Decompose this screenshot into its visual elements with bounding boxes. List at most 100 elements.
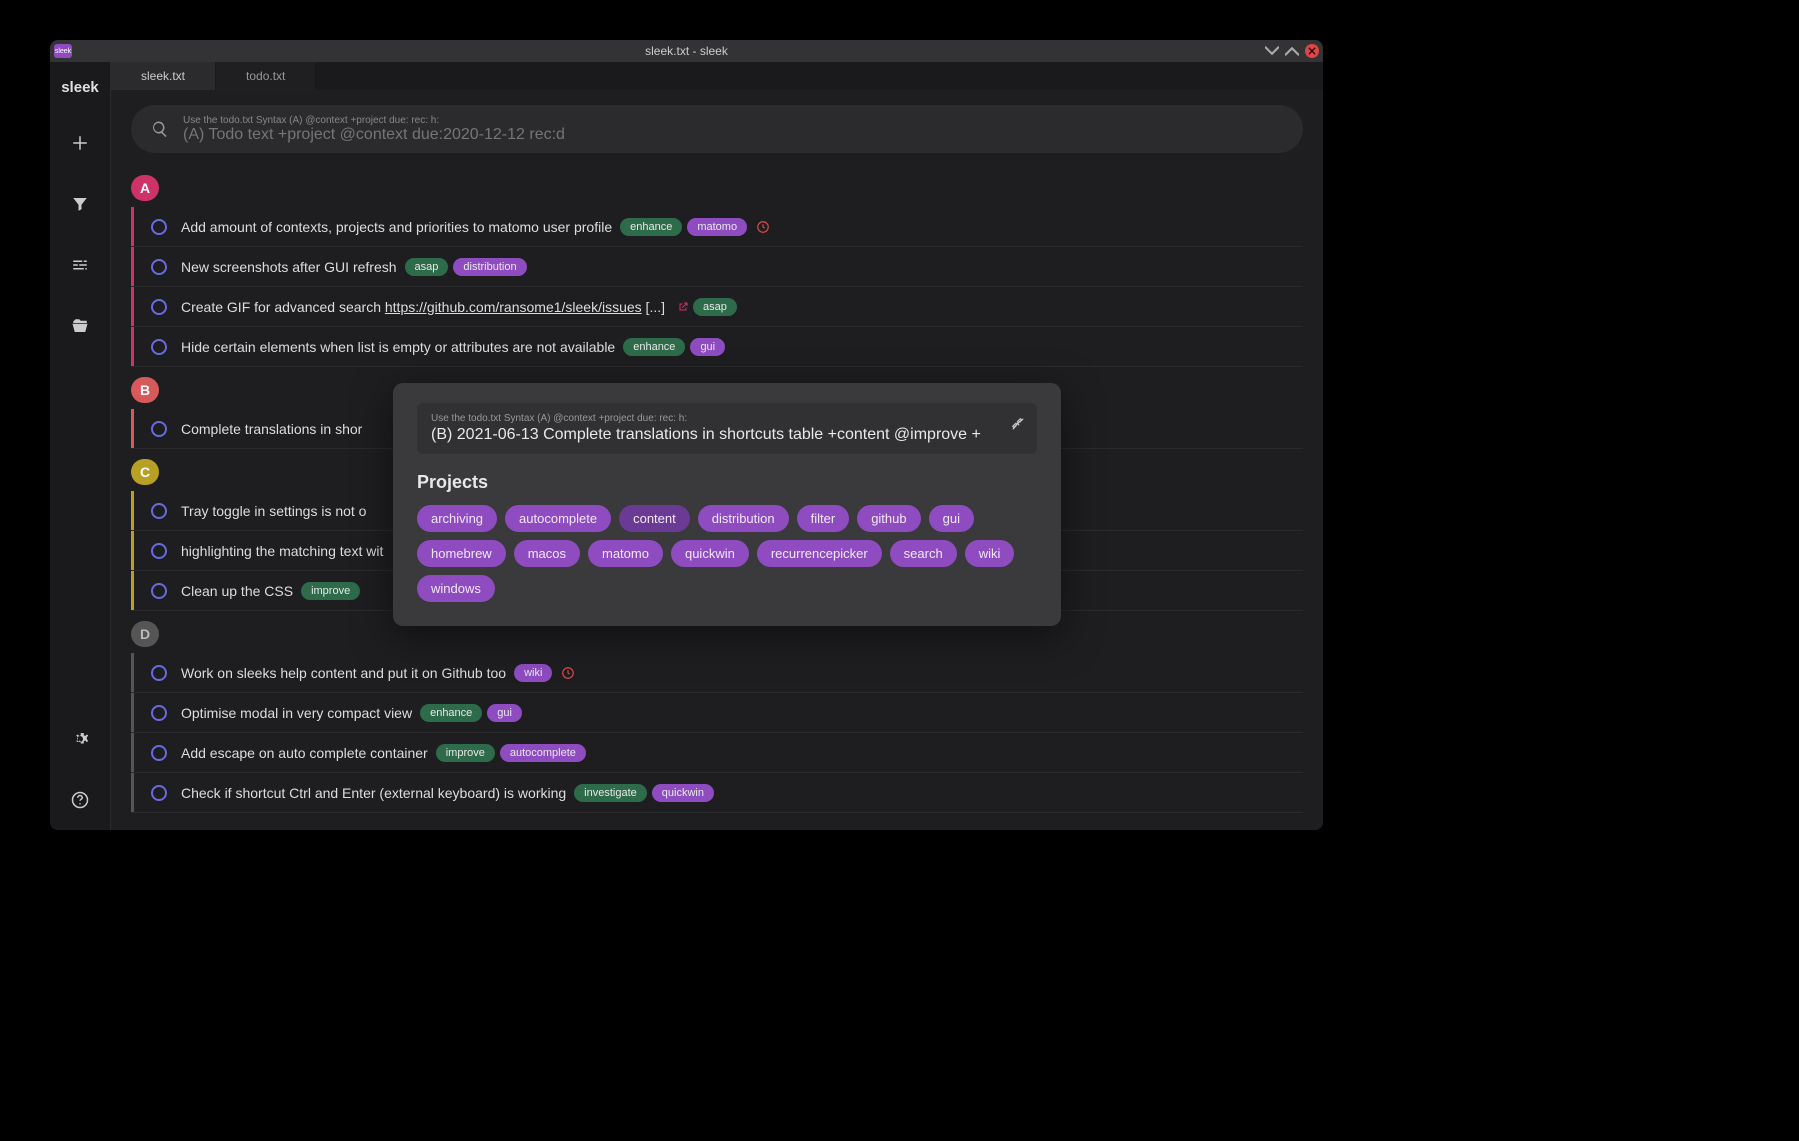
search-icon (151, 120, 169, 138)
todo-checkbox[interactable] (151, 745, 167, 761)
todo-checkbox[interactable] (151, 219, 167, 235)
tag-improve[interactable]: improve (301, 582, 360, 600)
project-chip[interactable]: matomo (588, 540, 663, 567)
priority-badge: C (131, 459, 159, 485)
todo-text: Clean up the CSS (181, 583, 293, 599)
app-window: sleek sleek.txt - sleek sleek sleek.txtt… (50, 40, 1323, 830)
file-tab[interactable]: todo.txt (216, 62, 316, 90)
todo-row[interactable]: Create GIF for advanced search https://g… (131, 287, 1303, 327)
todo-row[interactable]: Add amount of contexts, projects and pri… (131, 207, 1303, 247)
modal-heading: Projects (417, 472, 1037, 493)
project-chip[interactable]: autocomplete (505, 505, 611, 532)
project-chip[interactable]: quickwin (671, 540, 749, 567)
file-tab[interactable]: sleek.txt (111, 62, 216, 90)
todo-text: Create GIF for advanced search https://g… (181, 299, 665, 315)
todo-checkbox[interactable] (151, 421, 167, 437)
todo-checkbox[interactable] (151, 705, 167, 721)
project-chip[interactable]: search (890, 540, 957, 567)
modal-input-container: Use the todo.txt Syntax (A) @context +pr… (417, 403, 1037, 454)
project-chip[interactable]: wiki (965, 540, 1015, 567)
tag-matomo[interactable]: matomo (687, 218, 747, 236)
todo-text: Complete translations in shor (181, 421, 362, 437)
collapse-icon[interactable] (1011, 417, 1025, 436)
todo-checkbox[interactable] (151, 503, 167, 519)
todo-row[interactable]: New screenshots after GUI refresh asapdis… (131, 247, 1303, 287)
todo-row[interactable]: Work on sleeks help content and put it o… (131, 653, 1303, 693)
tag-gui[interactable]: gui (690, 338, 725, 356)
window-controls (1265, 44, 1319, 58)
tag-enhance[interactable]: enhance (620, 218, 682, 236)
project-chips: archiving autocomplete content distribution… (417, 505, 1037, 602)
todo-text: New screenshots after GUI refresh (181, 259, 397, 275)
project-chip[interactable]: distribution (698, 505, 789, 532)
file-tabs: sleek.txttodo.txt (111, 62, 1323, 90)
minimize-button[interactable] (1265, 44, 1279, 58)
tag-quickwin[interactable]: quickwin (652, 784, 714, 802)
tag-autocomplete[interactable]: autocomplete (500, 744, 586, 762)
due-clock-icon (561, 666, 575, 680)
project-chip[interactable]: gui (929, 505, 974, 532)
todo-checkbox[interactable] (151, 339, 167, 355)
todo-row[interactable]: Hide certain elements when list is empty… (131, 327, 1303, 367)
project-chip[interactable]: github (857, 505, 920, 532)
search-hint: Use the todo.txt Syntax (A) @context +pr… (183, 115, 1283, 126)
titlebar: sleek sleek.txt - sleek (50, 40, 1323, 62)
priority-badge: B (131, 377, 159, 403)
project-chip[interactable]: content (619, 505, 690, 532)
project-chip[interactable]: macos (514, 540, 580, 567)
window-title: sleek.txt - sleek (50, 44, 1323, 58)
todo-checkbox[interactable] (151, 543, 167, 559)
priority-badge: D (131, 621, 159, 647)
todo-row[interactable]: Add escape on auto complete container imp… (131, 733, 1303, 773)
close-button[interactable] (1305, 44, 1319, 58)
todo-row[interactable]: Check if shortcut Ctrl and Enter (extern… (131, 773, 1303, 813)
tag-wiki[interactable]: wiki (514, 664, 552, 682)
help-button[interactable] (50, 769, 110, 830)
open-file-button[interactable] (50, 295, 110, 356)
todo-checkbox[interactable] (151, 583, 167, 599)
search-input[interactable] (183, 126, 1283, 144)
maximize-button[interactable] (1285, 44, 1299, 58)
app-icon: sleek (54, 44, 72, 58)
project-chip[interactable]: filter (797, 505, 850, 532)
todo-text: Tray toggle in settings is not o (181, 503, 366, 519)
todo-text: highlighting the matching text wit (181, 543, 383, 559)
tag-gui[interactable]: gui (487, 704, 522, 722)
tag-enhance[interactable]: enhance (420, 704, 482, 722)
todo-checkbox[interactable] (151, 299, 167, 315)
sidebar-logo: sleek (50, 62, 110, 112)
tag-asap[interactable]: asap (405, 258, 449, 276)
external-link-icon[interactable] (677, 301, 689, 313)
todo-link[interactable]: https://github.com/ransome1/sleek/issues (385, 299, 642, 315)
todo-text: Check if shortcut Ctrl and Enter (extern… (181, 785, 566, 801)
todo-checkbox[interactable] (151, 259, 167, 275)
todo-checkbox[interactable] (151, 665, 167, 681)
priority-badge: A (131, 175, 159, 201)
edit-modal: Use the todo.txt Syntax (A) @context +pr… (393, 383, 1061, 626)
tag-distribution[interactable]: distribution (453, 258, 526, 276)
todo-text: Optimise modal in very compact view (181, 705, 412, 721)
project-chip[interactable]: windows (417, 575, 495, 602)
todo-checkbox[interactable] (151, 785, 167, 801)
project-chip[interactable]: homebrew (417, 540, 506, 567)
tag-asap[interactable]: asap (693, 298, 737, 316)
settings-gear-button[interactable] (50, 708, 110, 769)
add-todo-button[interactable] (50, 112, 110, 173)
filter-button[interactable] (50, 173, 110, 234)
search-bar[interactable]: Use the todo.txt Syntax (A) @context +pr… (131, 105, 1303, 153)
todo-row[interactable]: Optimise modal in very compact view enhan… (131, 693, 1303, 733)
todo-text: Add amount of contexts, projects and pri… (181, 219, 612, 235)
project-chip[interactable]: archiving (417, 505, 497, 532)
sidebar: sleek (50, 62, 111, 830)
settings-sliders-button[interactable] (50, 234, 110, 295)
modal-hint: Use the todo.txt Syntax (A) @context +pr… (431, 413, 1023, 424)
todo-text: Add escape on auto complete container (181, 745, 428, 761)
project-chip[interactable]: recurrencepicker (757, 540, 882, 567)
due-clock-icon (756, 220, 770, 234)
tag-investigate[interactable]: investigate (574, 784, 647, 802)
modal-todo-input[interactable] (431, 426, 1023, 444)
tag-improve[interactable]: improve (436, 744, 495, 762)
tag-enhance[interactable]: enhance (623, 338, 685, 356)
todo-text: Hide certain elements when list is empty… (181, 339, 615, 355)
todo-text: Work on sleeks help content and put it o… (181, 665, 506, 681)
